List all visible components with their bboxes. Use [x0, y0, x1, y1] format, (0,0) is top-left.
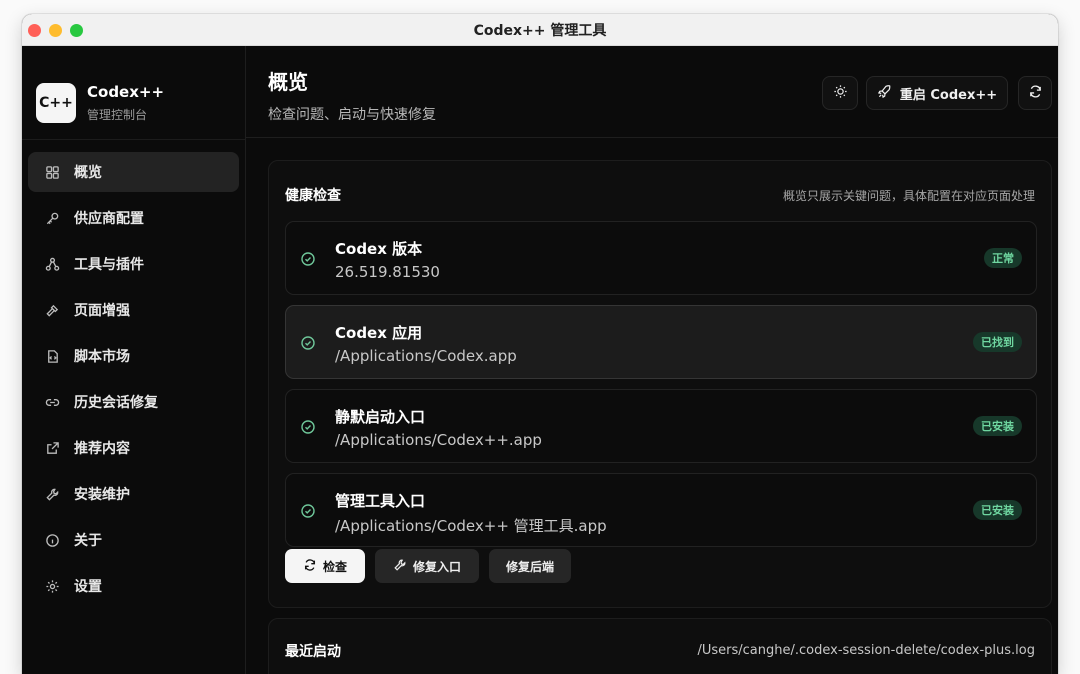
wrench-icon — [44, 486, 60, 502]
sidebar-item-install-maintain[interactable]: 安装维护 — [28, 474, 239, 514]
restart-label: 重启 Codex++ — [899, 87, 998, 103]
sidebar-nav: 概览 供应商配置 工具与插件 页面增强 脚本市场 历史会话修复 推荐内容 安装维… — [22, 140, 245, 624]
restart-codex-button[interactable]: 重启 Codex++ — [866, 76, 1008, 110]
main-content: 概览 检查问题、启动与快速修复 重启 Codex++ 健康检查 概览只展示关键问… — [246, 46, 1058, 674]
check-name: Codex 版本 — [335, 240, 423, 258]
recent-launch-title: 最近启动 — [285, 644, 341, 660]
sidebar-item-label: 概览 — [74, 165, 102, 181]
check-item-codex-version[interactable]: Codex 版本 26.519.81530 正常 — [285, 221, 1037, 295]
run-check-button[interactable]: 检查 — [285, 549, 365, 583]
sidebar-item-history-repair[interactable]: 历史会话修复 — [28, 382, 239, 422]
health-check-note: 概览只展示关键问题，具体配置在对应页面处理 — [782, 189, 1035, 203]
check-name: 静默启动入口 — [335, 408, 426, 426]
wrench-icon — [393, 558, 407, 575]
sidebar-item-label: 页面增强 — [74, 303, 130, 319]
sidebar-item-recommended[interactable]: 推荐内容 — [28, 428, 239, 468]
theme-toggle-button[interactable] — [822, 76, 858, 110]
recent-launch-card: 最近启动 /Users/canghe/.codex-session-delete… — [268, 618, 1052, 674]
status-badge: 已找到 — [973, 332, 1022, 352]
sidebar-item-label: 安装维护 — [74, 487, 130, 503]
sidebar-item-label: 关于 — [74, 533, 102, 549]
close-window-button[interactable] — [28, 24, 41, 37]
check-circle-icon — [300, 335, 316, 351]
page-subtitle: 检查问题、启动与快速修复 — [268, 107, 436, 123]
sidebar-item-label: 历史会话修复 — [74, 395, 158, 411]
sidebar-item-providers[interactable]: 供应商配置 — [28, 198, 239, 238]
sidebar-item-settings[interactable]: 设置 — [28, 566, 239, 606]
check-name: Codex 应用 — [335, 324, 423, 342]
external-link-icon — [44, 440, 60, 456]
info-icon — [44, 532, 60, 548]
window-controls — [28, 24, 83, 37]
check-item-silent-launcher[interactable]: 静默启动入口 /Applications/Codex++.app 已安装 — [285, 389, 1037, 463]
status-badge: 正常 — [984, 248, 1022, 268]
check-circle-icon — [300, 419, 316, 435]
fix-entry-button[interactable]: 修复入口 — [375, 549, 479, 583]
sidebar-item-label: 脚本市场 — [74, 349, 130, 365]
sidebar-item-about[interactable]: 关于 — [28, 520, 239, 560]
check-name: 管理工具入口 — [335, 492, 426, 510]
app-logo: C++ — [36, 82, 76, 123]
sidebar-item-script-market[interactable]: 脚本市场 — [28, 336, 239, 376]
fix-entry-label: 修复入口 — [412, 559, 461, 574]
link-icon — [44, 394, 60, 410]
script-icon — [44, 348, 60, 364]
minimize-window-button[interactable] — [49, 24, 62, 37]
hammer-icon — [44, 302, 60, 318]
check-detail: /Applications/Codex++.app — [335, 431, 542, 449]
health-check-card: 健康检查 概览只展示关键问题，具体配置在对应页面处理 Codex 版本 26.5… — [268, 160, 1052, 608]
status-badge: 已安装 — [973, 500, 1022, 520]
app-window: Codex++ 管理工具 C++ Codex++ 管理控制台 概览 供应商配置 — [22, 14, 1058, 674]
sidebar: C++ Codex++ 管理控制台 概览 供应商配置 工具与插件 页面增强 脚本… — [22, 46, 246, 674]
refresh-button[interactable] — [1018, 76, 1052, 110]
nodes-icon — [44, 256, 60, 272]
check-detail: 26.519.81530 — [335, 263, 440, 281]
brand: C++ Codex++ 管理控制台 — [22, 46, 245, 140]
rocket-icon — [877, 84, 892, 103]
window-title: Codex++ 管理工具 — [473, 22, 607, 39]
page-title: 概览 — [268, 70, 308, 94]
brand-subtitle: 管理控制台 — [87, 107, 148, 122]
sidebar-item-overview[interactable]: 概览 — [28, 152, 239, 192]
check-circle-icon — [300, 251, 316, 267]
sidebar-item-label: 设置 — [74, 579, 102, 595]
sidebar-item-page-enhance[interactable]: 页面增强 — [28, 290, 239, 330]
sidebar-item-label: 推荐内容 — [74, 441, 130, 457]
refresh-icon — [303, 558, 317, 575]
sun-icon — [833, 84, 848, 103]
check-detail: /Applications/Codex.app — [335, 347, 517, 365]
sidebar-item-label: 工具与插件 — [74, 257, 144, 273]
check-circle-icon — [300, 503, 316, 519]
check-item-manager-launcher[interactable]: 管理工具入口 /Applications/Codex++ 管理工具.app 已安… — [285, 473, 1037, 547]
page-header: 概览 检查问题、启动与快速修复 重启 Codex++ — [246, 46, 1058, 138]
status-badge: 已安装 — [973, 416, 1022, 436]
fix-backend-button[interactable]: 修复后端 — [489, 549, 571, 583]
key-icon — [44, 210, 60, 226]
log-path[interactable]: /Users/canghe/.codex-session-delete/code… — [697, 643, 1035, 658]
health-check-title: 健康检查 — [285, 188, 341, 204]
gear-icon — [44, 578, 60, 594]
title-bar: Codex++ 管理工具 — [22, 14, 1058, 46]
brand-name: Codex++ — [87, 82, 165, 101]
fix-backend-label: 修复后端 — [505, 559, 554, 574]
zoom-window-button[interactable] — [70, 24, 83, 37]
sidebar-item-label: 供应商配置 — [74, 211, 144, 227]
grid-icon — [44, 164, 60, 180]
refresh-icon — [1028, 84, 1043, 103]
check-item-codex-app[interactable]: Codex 应用 /Applications/Codex.app 已找到 — [285, 305, 1037, 379]
sidebar-item-tools[interactable]: 工具与插件 — [28, 244, 239, 284]
check-detail: /Applications/Codex++ 管理工具.app — [335, 517, 607, 535]
run-check-label: 检查 — [322, 559, 347, 574]
